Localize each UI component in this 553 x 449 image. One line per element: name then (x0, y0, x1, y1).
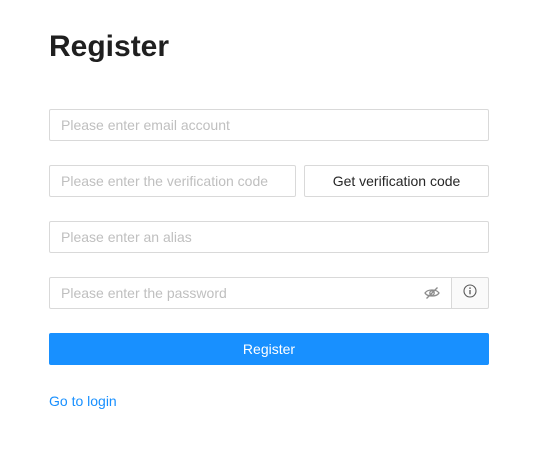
info-circle-icon (463, 283, 477, 303)
email-input[interactable] (49, 109, 489, 141)
password-input[interactable] (50, 278, 410, 308)
register-button[interactable]: Register (49, 333, 489, 365)
password-field (49, 277, 452, 309)
password-info-button[interactable] (451, 277, 489, 309)
eye-invisible-icon[interactable] (424, 286, 440, 300)
alias-input[interactable] (49, 221, 489, 253)
go-to-login-link[interactable]: Go to login (49, 391, 117, 411)
get-verification-code-button[interactable]: Get verification code (304, 165, 489, 197)
register-page: Register Get verification code Register … (0, 0, 553, 449)
verification-code-input[interactable] (49, 165, 296, 197)
page-title: Register (49, 30, 170, 63)
